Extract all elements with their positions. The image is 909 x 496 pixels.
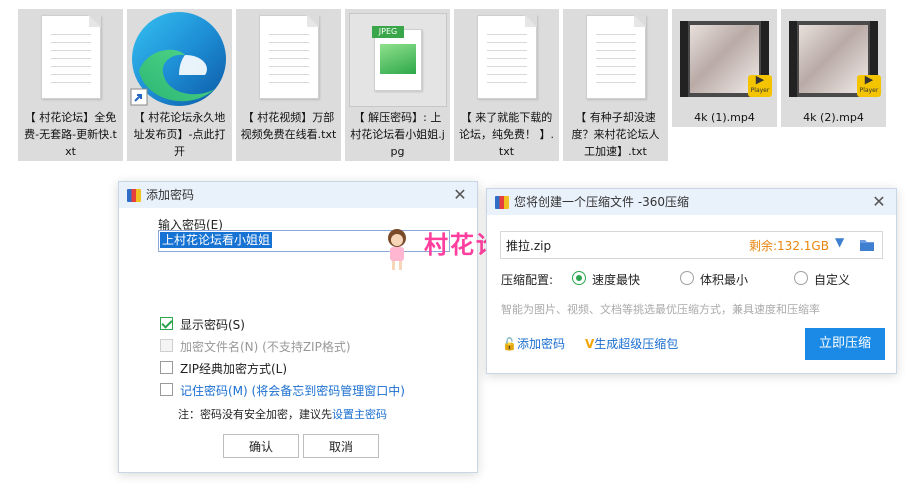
lock-icon: 🔓: [502, 337, 517, 351]
player-badge-icon: ▶ Player: [857, 74, 881, 97]
jpeg-badge: JPEG: [372, 26, 404, 38]
file-tile-3[interactable]: 【 村花视频】万部视频免费在线看.txt: [236, 9, 341, 161]
security-note: 注：密码没有安全加密，建议先设置主密码: [178, 406, 387, 422]
folder-icon[interactable]: [859, 238, 875, 252]
compress-now-button[interactable]: 立即压缩: [805, 328, 885, 360]
video-thumbnail: ▶ Player: [781, 9, 886, 109]
cartoon-girl-icon: [388, 229, 406, 270]
dialog-titlebar: 添加密码 ✕: [119, 182, 477, 208]
file-name: 4k (2).mp4: [803, 111, 864, 124]
file-tile-1[interactable]: 【 村花论坛】全免费-无套路-更新快.txt: [18, 9, 123, 161]
file-tile-8[interactable]: ▶ Player 4k (2).mp4: [781, 9, 886, 127]
encrypt-filenames-checkbox[interactable]: [160, 339, 173, 352]
ok-button[interactable]: 确认: [223, 434, 299, 458]
file-tile-6[interactable]: 【 有种子却没速度？来村花论坛人工加速】.txt: [563, 9, 668, 161]
smallest-size-label: 体积最小: [700, 273, 749, 287]
player-badge-icon: ▶ Player: [748, 74, 772, 97]
note-text: 注：密码没有安全加密，建议先: [178, 408, 332, 421]
dialog-title: 添加密码: [146, 188, 195, 202]
app-icon: [495, 196, 509, 209]
file-name: 【 村花论坛永久地址发布页】-点此打开: [133, 111, 226, 158]
config-label: 压缩配置:: [501, 273, 554, 287]
txt-file-icon: [454, 9, 559, 109]
file-tile-4[interactable]: JPEG 【 解压密码】: 上村花论坛看小姐姐.jpg: [345, 9, 450, 161]
file-tile-5[interactable]: 【 来了就能下载的论坛，纯免费！ 】.txt: [454, 9, 559, 161]
compress-dialog: 您将创建一个压缩文件 -360压缩 ✕ 推拉.zip 剩余:132.1GB ▼ …: [486, 188, 897, 374]
show-password-label: 显示密码(S): [180, 318, 245, 332]
cancel-button[interactable]: 取消: [303, 434, 379, 458]
v-badge-icon: V: [585, 337, 595, 351]
set-master-password-link[interactable]: 设置主密码: [332, 408, 387, 421]
smallest-size-radio[interactable]: [680, 271, 694, 285]
custom-label: 自定义: [814, 273, 851, 287]
add-password-link[interactable]: 🔓添加密码: [502, 335, 565, 352]
file-name: 【 来了就能下载的论坛，纯免费！ 】.txt: [459, 111, 554, 158]
password-value: 上村花论坛看小姐姐: [160, 232, 273, 248]
dialog-titlebar: 您将创建一个压缩文件 -360压缩 ✕: [487, 189, 896, 215]
show-password-checkbox[interactable]: [160, 317, 173, 330]
close-icon[interactable]: ✕: [870, 193, 888, 211]
free-space: 剩余:132.1GB: [749, 239, 829, 253]
speed-fastest-radio[interactable]: [572, 271, 586, 285]
file-tile-7[interactable]: ▶ Player 4k (1).mp4: [672, 9, 777, 127]
custom-radio[interactable]: [794, 271, 808, 285]
zip-classic-checkbox[interactable]: [160, 361, 173, 374]
edge-browser-icon: [127, 9, 232, 109]
super-zip-text: 生成超级压缩包: [594, 337, 679, 351]
add-password-text: 添加密码: [516, 337, 565, 351]
archive-name-input[interactable]: 推拉.zip 剩余:132.1GB ▼: [500, 231, 883, 259]
speed-fastest-label: 速度最快: [592, 273, 641, 287]
file-name: 4k (1).mp4: [694, 111, 755, 124]
file-name: 【 有种子却没速度？来村花论坛人工加速】.txt: [571, 111, 660, 158]
app-icon: [127, 189, 141, 202]
jpg-file-icon: JPEG: [345, 9, 450, 109]
zip-classic-label: ZIP经典加密方式(L): [180, 362, 288, 376]
video-thumbnail: ▶ Player: [672, 9, 777, 109]
remember-password-label: 记住密码(M) (将会备忘到密码管理窗口中): [180, 384, 405, 398]
file-name: 【 村花论坛】全免费-无套路-更新快.txt: [24, 111, 117, 158]
file-name: 【 解压密码】: 上村花论坛看小姐姐.jpg: [350, 111, 445, 158]
txt-file-icon: [236, 9, 341, 109]
file-tile-2[interactable]: 【 村花论坛永久地址发布页】-点此打开: [127, 9, 232, 161]
close-icon[interactable]: ✕: [451, 186, 469, 204]
encrypt-filenames-label: 加密文件名(N) (不支持ZIP格式): [180, 340, 351, 354]
txt-file-icon: [563, 9, 668, 109]
archive-name: 推拉.zip: [506, 239, 552, 253]
file-name: 【 村花视频】万部视频免费在线看.txt: [240, 111, 337, 141]
compress-hint: 智能为图片、视频、文档等挑选最优压缩方式，兼具速度和压缩率: [501, 303, 820, 316]
chevron-down-icon[interactable]: ▼: [835, 235, 844, 249]
remember-password-checkbox[interactable]: [160, 383, 173, 396]
super-zip-link[interactable]: V生成超级压缩包: [585, 335, 678, 352]
txt-file-icon: [18, 9, 123, 109]
dialog-title: 您将创建一个压缩文件 -360压缩: [514, 195, 690, 209]
